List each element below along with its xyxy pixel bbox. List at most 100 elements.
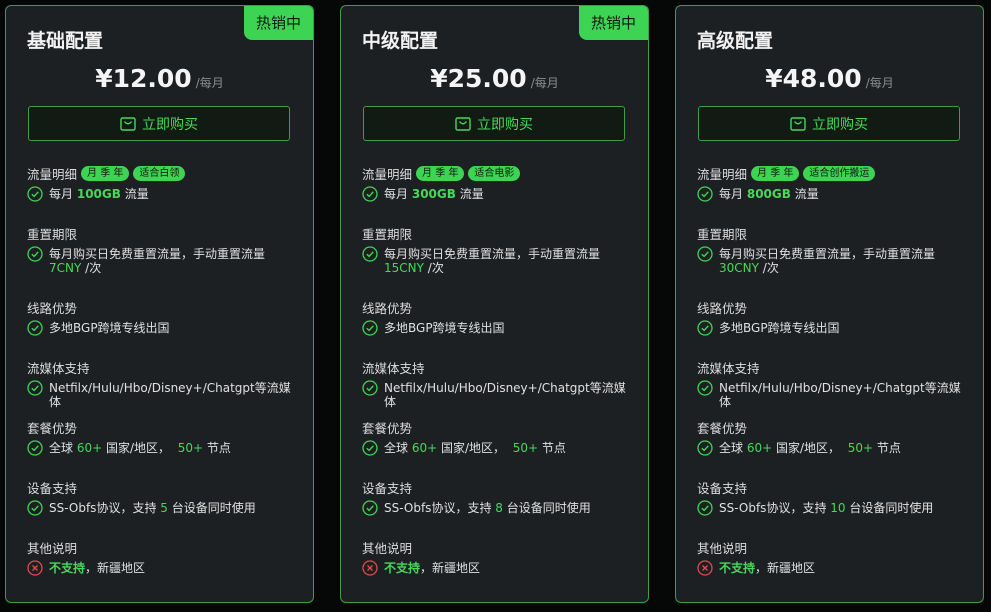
reset-suffix: /次	[762, 261, 779, 275]
buy-button[interactable]: 立即购买	[28, 106, 290, 141]
section-reset: 重置期限 每月购买日免费重置流量，手动重置流量 15CNY /次	[362, 224, 637, 276]
traffic-suffix: 流量	[459, 187, 484, 201]
reset-suffix: /次	[85, 261, 102, 275]
plan-card-advanced: 高级配置 ¥48.00/每月 立即购买 流量明细月 季 年适合创作搬运 每月 8…	[675, 5, 984, 603]
check-circle-icon	[27, 440, 43, 456]
section-other: 其他说明 不支持，新疆地区	[362, 538, 637, 576]
reset-fee: 15CNY	[384, 261, 424, 275]
section-route: 线路优势 多地BGP跨境专线出国	[362, 298, 637, 336]
price: ¥12.00/每月	[6, 64, 313, 93]
section-reset: 重置期限 每月购买日免费重置流量，手动重置流量 7CNY /次	[27, 224, 302, 276]
reset-suffix: /次	[427, 261, 444, 275]
hot-badge: 热销中	[578, 6, 648, 40]
section-title: 流量明细	[27, 166, 78, 182]
check-circle-icon	[27, 500, 43, 516]
price-amount: ¥12.00	[95, 64, 192, 93]
cart-icon	[120, 116, 136, 131]
node-count: 50+	[847, 441, 874, 455]
node-count: 50+	[177, 441, 204, 455]
traffic-amount: 300GB	[411, 187, 456, 201]
plan-title: 高级配置	[697, 30, 774, 52]
section-title: 重置期限	[697, 226, 748, 242]
section-title: 重置期限	[27, 226, 78, 242]
tag-period: 月 季 年	[751, 165, 800, 181]
device-count: 10	[830, 501, 846, 515]
plan-post: 节点	[876, 441, 901, 455]
plan-post: 节点	[541, 441, 566, 455]
other-rest: ，新疆地区	[420, 561, 481, 575]
media-text: Netfilx/Hulu/Hbo/Disney+/Chatgpt等流媒体	[49, 381, 291, 409]
x-circle-icon	[697, 560, 713, 576]
device-pre: SS-Obfs协议，支持	[719, 501, 827, 515]
media-text: Netfilx/Hulu/Hbo/Disney+/Chatgpt等流媒体	[719, 381, 961, 409]
buy-label: 立即购买	[812, 116, 868, 133]
unsupported-label: 不支持	[384, 561, 421, 575]
buy-button[interactable]: 立即购买	[698, 106, 960, 141]
tag-audience: 适合白领	[133, 165, 186, 181]
plan-mid: 国家/地区，	[441, 441, 506, 455]
check-circle-icon	[362, 440, 378, 456]
check-circle-icon	[362, 380, 378, 396]
plan-pre: 全球	[384, 441, 409, 455]
check-circle-icon	[27, 186, 43, 202]
price-period: /每月	[865, 76, 894, 90]
device-post: 台设备同时使用	[171, 501, 256, 515]
section-media: 流媒体支持 Netfilx/Hulu/Hbo/Disney+/Chatgpt等流…	[697, 358, 972, 410]
device-pre: SS-Obfs协议，支持	[49, 501, 157, 515]
plan-mid: 国家/地区，	[106, 441, 171, 455]
section-title: 流媒体支持	[362, 360, 425, 376]
country-count: 60+	[746, 441, 773, 455]
section-title: 设备支持	[697, 480, 748, 496]
check-circle-icon	[362, 246, 378, 262]
device-pre: SS-Obfs协议，支持	[384, 501, 492, 515]
plan-card-intermediate: 热销中 中级配置 ¥25.00/每月 立即购买 流量明细月 季 年适合电影 每月…	[340, 5, 649, 603]
route-text: 多地BGP跨境专线出国	[719, 321, 840, 335]
section-title: 套餐优势	[362, 420, 413, 436]
check-circle-icon	[697, 440, 713, 456]
section-title: 线路优势	[362, 300, 413, 316]
plan-pre: 全球	[719, 441, 744, 455]
tag-period: 月 季 年	[416, 165, 465, 181]
traffic-amount: 800GB	[746, 187, 791, 201]
device-post: 台设备同时使用	[506, 501, 591, 515]
section-traffic: 流量明细月 季 年适合白领 每月 100GB 流量	[27, 164, 302, 202]
reset-fee: 30CNY	[719, 261, 759, 275]
unsupported-label: 不支持	[719, 561, 756, 575]
section-title: 设备支持	[27, 480, 78, 496]
section-plan: 套餐优势 全球 60+ 国家/地区， 50+ 节点	[697, 418, 972, 456]
device-post: 台设备同时使用	[849, 501, 934, 515]
price-period: /每月	[530, 76, 559, 90]
reset-fee: 7CNY	[49, 261, 82, 275]
buy-label: 立即购买	[142, 116, 198, 133]
section-device: 设备支持 SS-Obfs协议，支持 5 台设备同时使用	[27, 478, 302, 516]
plan-pre: 全球	[49, 441, 74, 455]
check-circle-icon	[362, 500, 378, 516]
section-title: 流量明细	[362, 166, 413, 182]
check-circle-icon	[362, 186, 378, 202]
traffic-prefix: 每月	[384, 187, 409, 201]
check-circle-icon	[27, 320, 43, 336]
hot-badge: 热销中	[243, 6, 313, 40]
check-circle-icon	[697, 320, 713, 336]
node-count: 50+	[512, 441, 539, 455]
plan-post: 节点	[206, 441, 231, 455]
device-count: 5	[160, 501, 168, 515]
tag-period: 月 季 年	[81, 165, 130, 181]
traffic-suffix: 流量	[794, 187, 819, 201]
device-count: 8	[495, 501, 503, 515]
section-title: 其他说明	[362, 540, 413, 556]
tag-audience: 适合电影	[468, 165, 521, 181]
unsupported-label: 不支持	[49, 561, 86, 575]
check-circle-icon	[697, 500, 713, 516]
cart-icon	[790, 116, 806, 131]
price-amount: ¥25.00	[430, 64, 527, 93]
route-text: 多地BGP跨境专线出国	[384, 321, 505, 335]
section-plan: 套餐优势 全球 60+ 国家/地区， 50+ 节点	[362, 418, 637, 456]
buy-button[interactable]: 立即购买	[363, 106, 625, 141]
section-title: 其他说明	[697, 540, 748, 556]
section-route: 线路优势 多地BGP跨境专线出国	[697, 298, 972, 336]
section-title: 流媒体支持	[27, 360, 90, 376]
section-title: 线路优势	[27, 300, 78, 316]
price-period: /每月	[195, 76, 224, 90]
country-count: 60+	[76, 441, 103, 455]
